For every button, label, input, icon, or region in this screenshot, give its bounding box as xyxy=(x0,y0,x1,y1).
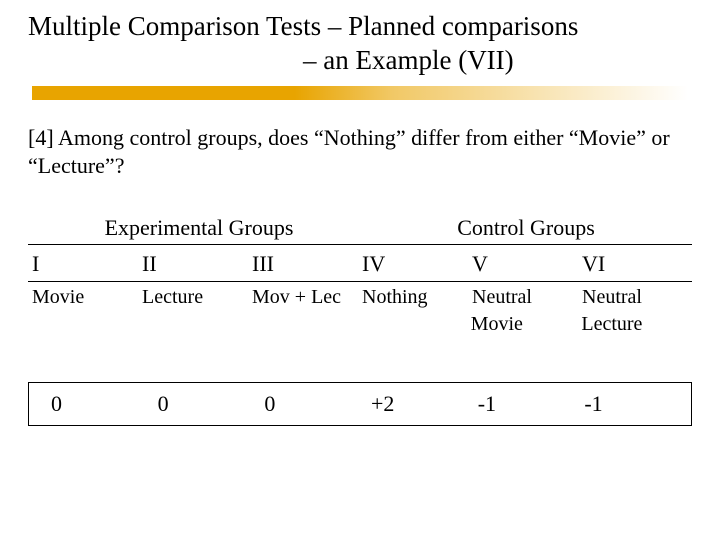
label-neutral-movie: Movie xyxy=(471,313,582,336)
coef-1: 0 xyxy=(29,391,158,417)
title-line2: – an Example (VII) xyxy=(28,44,692,78)
slide-title: Multiple Comparison Tests – Planned comp… xyxy=(28,10,692,78)
column-numerals-row: I II III IV V VI xyxy=(28,245,692,282)
label-nothing: Nothing xyxy=(362,282,472,313)
col-II: II xyxy=(142,245,252,281)
title-underline xyxy=(32,86,688,100)
labels-row-1: Movie Lecture Mov + Lec Nothing Neutral … xyxy=(28,282,692,313)
groups-table: Experimental Groups Control Groups I II … xyxy=(28,215,692,426)
group-header-experimental: Experimental Groups xyxy=(28,215,360,245)
label-mov-lec: Mov + Lec xyxy=(252,282,362,313)
title-line1: Multiple Comparison Tests – Planned comp… xyxy=(28,10,692,44)
col-IV: IV xyxy=(362,245,472,281)
coef-2: 0 xyxy=(158,391,265,417)
coefficients-row: 0 0 0 +2 -1 -1 xyxy=(28,382,692,426)
col-V: V xyxy=(472,245,582,281)
label-lecture: Lecture xyxy=(142,282,252,313)
col-III: III xyxy=(252,245,362,281)
label-movie: Movie xyxy=(28,282,142,313)
label-neutral-lecture: Lecture xyxy=(581,313,692,336)
labels-row-2: Movie Lecture xyxy=(28,313,692,336)
group-header-control: Control Groups xyxy=(360,215,692,245)
col-I: I xyxy=(28,245,142,281)
coef-6: -1 xyxy=(584,391,691,417)
label-neutral-1: Neutral xyxy=(472,282,582,313)
coef-4: +2 xyxy=(371,391,478,417)
label-neutral-2: Neutral xyxy=(582,282,692,313)
question-text: [4] Among control groups, does “Nothing”… xyxy=(28,124,692,181)
coef-3: 0 xyxy=(264,391,371,417)
coef-5: -1 xyxy=(478,391,585,417)
col-VI: VI xyxy=(582,245,692,281)
